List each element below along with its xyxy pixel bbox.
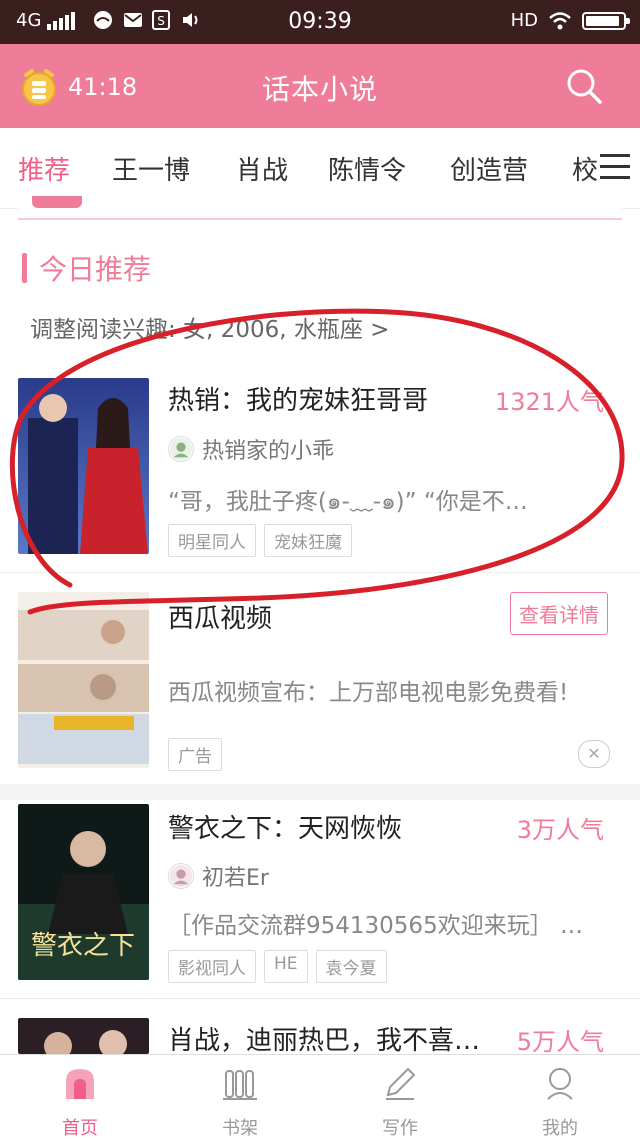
ad-tag: 广告	[168, 738, 222, 771]
search-icon[interactable]	[564, 66, 604, 106]
nav-bookshelf[interactable]: 书架	[200, 1063, 280, 1140]
section-title: 今日推荐	[22, 248, 151, 288]
tab-xiao[interactable]: 校	[572, 150, 598, 187]
nav-write-label: 写作	[382, 1118, 418, 1139]
wifi-icon	[549, 11, 571, 29]
tab-recommend[interactable]: 推荐	[18, 150, 70, 187]
avatar	[168, 436, 194, 462]
category-menu-icon[interactable]	[600, 154, 630, 180]
ad-close-button[interactable]: ✕	[578, 740, 610, 768]
nav-me[interactable]: 我的	[520, 1063, 600, 1140]
ad-title[interactable]: 西瓜视频	[168, 598, 272, 635]
battery-level	[586, 15, 620, 26]
status-bar: 4G S 09:39 HD	[0, 0, 640, 44]
app-title: 话本小说	[261, 73, 378, 106]
book-cover-3[interactable]: 警衣之下	[18, 804, 149, 980]
popularity-1: 1321人气	[494, 388, 604, 416]
book-cover-4[interactable]	[18, 1018, 149, 1054]
hd-label: HD	[510, 10, 538, 31]
pencil-icon	[386, 1067, 416, 1100]
tab-xiaozhan[interactable]: 肖战	[236, 150, 288, 187]
tag[interactable]: HE	[264, 950, 308, 983]
tag[interactable]: 袁今夏	[315, 950, 387, 983]
section-title-text: 今日推荐	[39, 253, 152, 286]
book-title-4[interactable]: 肖战，迪丽热巴，我不喜…	[168, 1020, 480, 1057]
author-3[interactable]: 初若Er	[168, 860, 269, 892]
tag[interactable]: 明星同人	[168, 524, 256, 557]
ad-desc: 西瓜视频宣布：上万部电视电影免费看!	[168, 680, 569, 706]
status-right: HD	[510, 10, 630, 31]
tag[interactable]: 宠妹狂魔	[264, 524, 352, 557]
author-1[interactable]: 热销家的小乖	[168, 433, 334, 465]
popularity-4: 5万人气	[516, 1028, 604, 1056]
tags-3: 影视同人 HE 袁今夏	[168, 950, 387, 983]
bookshelf-icon	[223, 1070, 257, 1100]
app-header: 41:18 话本小说	[0, 44, 640, 128]
book-desc-3: ［作品交流群954130565欢迎来玩］ …	[168, 913, 584, 939]
view-details-button[interactable]: 查看详情	[510, 592, 608, 635]
ad-tags: 广告	[168, 738, 222, 771]
banner-peek[interactable]	[18, 196, 622, 220]
cover-title-3: 警衣之下	[31, 931, 135, 961]
avatar	[168, 863, 194, 889]
book-title-1[interactable]: 热销：我的宠妹狂哥哥	[168, 380, 428, 417]
tag[interactable]: 影视同人	[168, 950, 256, 983]
tags-1: 明星同人 宠妹狂魔	[168, 524, 352, 557]
nav-home[interactable]: 首页	[40, 1063, 120, 1140]
battery-icon	[582, 11, 630, 30]
book-cover-1[interactable]	[18, 378, 149, 554]
tab-chuangzaoying[interactable]: 创造营	[450, 150, 528, 187]
home-icon	[66, 1069, 94, 1099]
book-title-3[interactable]: 警衣之下：天网恢恢	[168, 808, 402, 845]
popularity-3: 3万人气	[516, 816, 604, 844]
nav-bookshelf-label: 书架	[222, 1118, 258, 1139]
nav-home-label: 首页	[62, 1118, 98, 1139]
tab-chenqingling[interactable]: 陈情令	[328, 150, 406, 187]
profile-icon	[547, 1068, 573, 1100]
nav-me-label: 我的	[542, 1118, 578, 1139]
bottom-nav: 首页 书架 写作 我的	[0, 1054, 640, 1139]
nav-write[interactable]: 写作	[360, 1063, 440, 1140]
tab-wangyibo[interactable]: 王一博	[112, 150, 190, 187]
ad-cover[interactable]	[18, 592, 149, 768]
interest-setting-link[interactable]: 调整阅读兴趣: 女, 2006, 水瓶座 >	[30, 310, 389, 344]
book-desc-1: “哥，我肚子疼(๑-﹏-๑)” “你是不…	[168, 489, 528, 515]
